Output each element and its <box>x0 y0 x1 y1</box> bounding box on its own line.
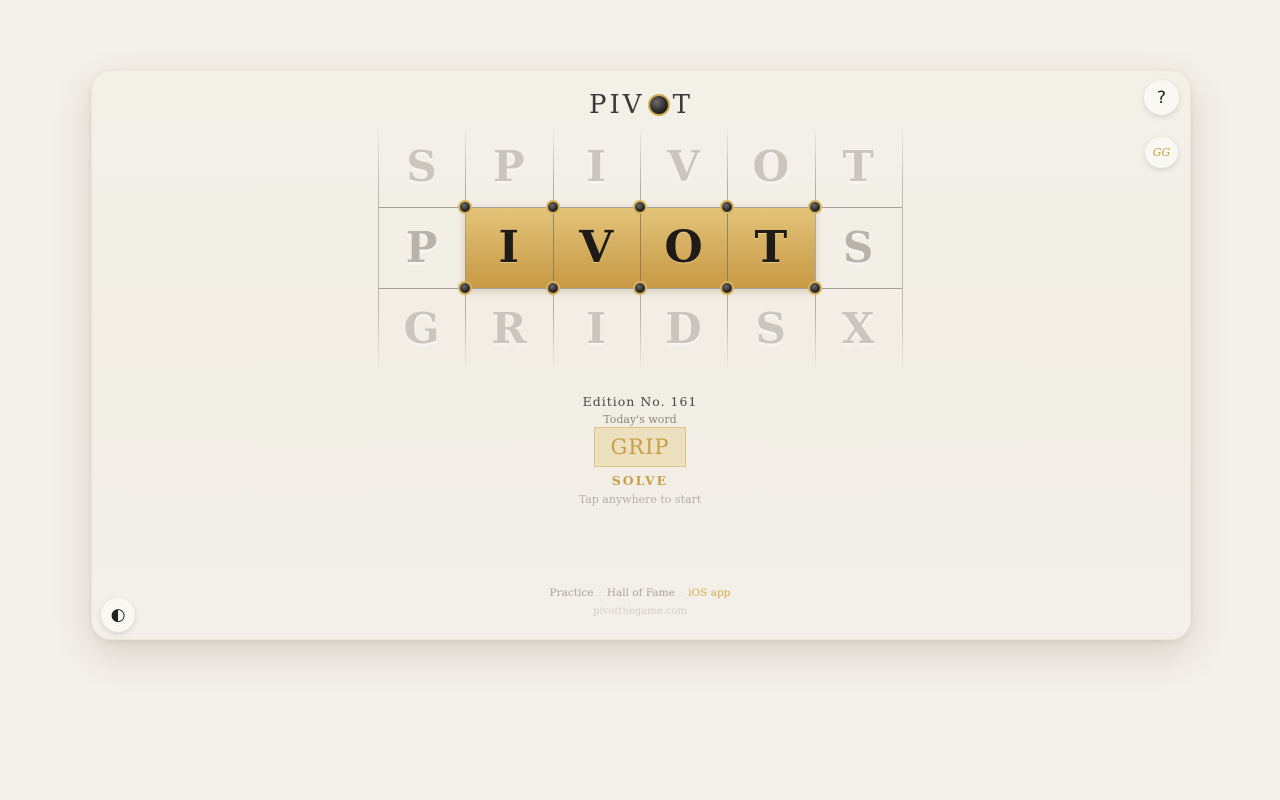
hall-of-fame-link[interactable]: Hall of Fame <box>607 587 675 599</box>
letter-tile[interactable]: P <box>465 126 552 207</box>
letter-grid[interactable]: SPIVOTPIVOTSGRIDSX <box>378 124 903 372</box>
letter-tile[interactable]: P <box>378 207 465 288</box>
active-letter-tile[interactable]: I <box>465 207 552 288</box>
pivot-peg-icon[interactable] <box>632 281 647 295</box>
solve-button[interactable]: SOLVE <box>540 473 740 488</box>
active-letter-tile[interactable]: V <box>553 207 640 288</box>
pivot-peg-icon[interactable] <box>545 281 560 295</box>
letter-tile[interactable]: S <box>378 126 465 207</box>
letter-tile[interactable]: I <box>553 126 640 207</box>
letter-tile[interactable]: D <box>640 288 727 369</box>
letter-tile[interactable]: T <box>815 126 902 207</box>
app-logo: PIV T <box>581 88 701 122</box>
start-hint: Tap anywhere to start <box>578 493 702 506</box>
letter-tile[interactable]: I <box>553 288 640 369</box>
logo-text-right: T <box>672 90 693 120</box>
target-word: GRIP <box>594 427 686 467</box>
letter-tile[interactable]: G <box>378 288 465 369</box>
footer-separator: · <box>598 587 602 599</box>
grid-line <box>901 124 903 372</box>
logo-text-left: PIV <box>589 90 645 120</box>
footer-separator: · <box>679 587 684 599</box>
letter-tile[interactable]: O <box>727 126 814 207</box>
pivot-peg-icon[interactable] <box>632 200 647 214</box>
site-url[interactable]: pivotthegame.com <box>540 606 740 617</box>
contrast-icon: ◐ <box>110 605 126 625</box>
letter-tile[interactable]: V <box>640 126 727 207</box>
letter-tile[interactable]: S <box>815 207 902 288</box>
letter-tile[interactable]: X <box>815 288 902 369</box>
footer-links: Practice · Hall of Fame · iOS app <box>490 587 790 599</box>
active-letter-tile[interactable]: O <box>640 207 727 288</box>
todays-word-label: Today's word <box>603 413 677 426</box>
pivot-peg-icon[interactable] <box>807 200 822 214</box>
pivot-peg-icon[interactable] <box>545 200 560 214</box>
letter-tile[interactable]: R <box>465 288 552 369</box>
pivot-peg-icon[interactable] <box>807 281 822 295</box>
ios-app-link[interactable]: iOS app <box>688 587 730 599</box>
gg-button[interactable]: GG <box>1145 137 1178 168</box>
pivot-ball-icon <box>647 94 670 116</box>
active-letter-tile[interactable]: T <box>727 207 814 288</box>
edition-number: Edition No. 161 <box>582 394 698 409</box>
theme-toggle-button[interactable]: ◐ <box>101 598 135 632</box>
help-button[interactable]: ? <box>1144 80 1179 115</box>
practice-link[interactable]: Practice <box>550 587 594 599</box>
letter-tile[interactable]: S <box>727 288 814 369</box>
